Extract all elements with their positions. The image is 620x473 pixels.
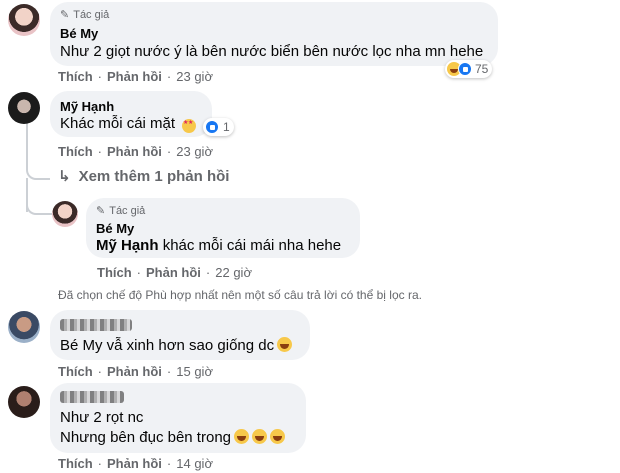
grinning-emoji-icon [234, 429, 249, 444]
separator-dot: · [97, 456, 103, 471]
reply-button[interactable]: Phản hồi [107, 456, 162, 471]
author-badge-label: Tác giả [109, 204, 146, 217]
separator-dot: · [136, 265, 142, 280]
view-more-replies-label: Xem thêm 1 phản hồi [78, 167, 230, 185]
separator-dot: · [166, 69, 172, 84]
like-button[interactable]: Thích [58, 456, 93, 471]
reply-arrow-icon: ↳ [58, 168, 71, 185]
view-more-replies-link[interactable]: ↳ Xem thêm 1 phản hồi [58, 167, 230, 186]
thread-elbow [26, 160, 50, 180]
reply-actions: Thích · Phản hồi · 22 giờ [97, 265, 252, 280]
reaction-count: 75 [475, 62, 489, 76]
comment-text-content: Khác mỗi cái mặt [60, 115, 176, 132]
grinning-emoji-icon [270, 429, 285, 444]
reaction-count: 1 [223, 120, 230, 134]
timestamp[interactable]: 22 giờ [215, 265, 252, 280]
avatar[interactable] [8, 311, 40, 343]
comment-bubble: ✎ Tác giả Bé My Như 2 giọt nước ý là bên… [50, 2, 498, 66]
reply-button[interactable]: Phản hồi [107, 364, 162, 379]
reply-button[interactable]: Phản hồi [107, 69, 162, 84]
mention-link[interactable]: Mỹ Hạnh [96, 237, 159, 254]
avatar[interactable] [8, 4, 40, 36]
separator-dot: · [97, 69, 103, 84]
avatar[interactable] [52, 201, 78, 227]
timestamp[interactable]: 23 giờ [176, 144, 213, 159]
reply-text-content: khác mỗi cái mái nha hehe [162, 237, 342, 254]
comment-actions: Thích · Phản hồi · 23 giờ [58, 69, 213, 84]
separator-dot: · [166, 456, 172, 471]
timestamp[interactable]: 14 giờ [176, 456, 213, 471]
separator-dot: · [97, 144, 103, 159]
reaction-summary[interactable]: 75 [445, 60, 493, 78]
like-button[interactable]: Thích [58, 144, 93, 159]
comment-text: Bé My vẫ xinh hơn sao giống dc [60, 337, 293, 354]
comment-text-content: Nhưng bên đục bên trong [60, 429, 231, 446]
reaction-summary[interactable] [180, 117, 200, 135]
reply-button[interactable]: Phản hồi [146, 265, 201, 280]
filter-notice: Đã chọn chế độ Phù hợp nhất nên một số c… [58, 288, 422, 302]
separator-dot: · [97, 364, 103, 379]
comment-actions: Thích · Phản hồi · 23 giờ [58, 144, 213, 159]
reply-text: Mỹ Hạnh khác mỗi cái mái nha hehe [96, 237, 341, 254]
redacted-name [60, 391, 124, 403]
avatar[interactable] [8, 92, 40, 124]
grinning-emoji-icon [277, 337, 293, 352]
comment-text-content: Bé My vẫ xinh hơn sao giống dc [60, 337, 275, 354]
comment-text-line-2: Nhưng bên đục bên trong [60, 429, 285, 446]
grinning-emoji-icon [252, 429, 267, 444]
avatar[interactable] [8, 386, 40, 418]
comment-bubble: Như 2 rọt nc Nhưng bên đục bên trong [50, 383, 306, 453]
timestamp[interactable]: 15 giờ [176, 364, 213, 379]
comment-bubble: Bé My vẫ xinh hơn sao giống dc [50, 310, 310, 360]
like-icon [205, 120, 219, 134]
reply-bubble: ✎ Tác giả Bé My Mỹ Hạnh khác mỗi cái mái… [86, 198, 360, 258]
separator-dot: · [205, 265, 211, 280]
pencil-icon: ✎ [96, 205, 106, 217]
author-badge: ✎ Tác giả [96, 204, 146, 218]
pencil-icon: ✎ [60, 9, 70, 21]
comment-text: Khác mỗi cái mặt [60, 115, 175, 132]
timestamp[interactable]: 23 giờ [176, 69, 213, 84]
star-struck-emoji-icon [182, 119, 196, 133]
comment-text-line-1: Như 2 rọt nc [60, 409, 144, 426]
like-button[interactable]: Thích [97, 265, 132, 280]
comment-actions: Thích · Phản hồi · 14 giờ [58, 456, 213, 471]
author-badge: ✎ Tác giả [60, 8, 110, 22]
like-button[interactable]: Thích [58, 69, 93, 84]
reply-button[interactable]: Phản hồi [107, 144, 162, 159]
reaction-summary[interactable]: 1 [203, 118, 234, 136]
separator-dot: · [166, 364, 172, 379]
commenter-name[interactable]: Mỹ Hạnh [60, 99, 114, 114]
redacted-name [60, 319, 132, 331]
thread-elbow-reply [26, 195, 54, 215]
commenter-name[interactable]: Bé My [96, 221, 134, 236]
commenter-name[interactable]: Bé My [60, 26, 98, 41]
like-icon [458, 62, 472, 76]
comment-text: Như 2 giọt nước ý là bên nước biển bên n… [60, 43, 484, 60]
author-badge-label: Tác giả [73, 8, 110, 21]
comment-actions: Thích · Phản hồi · 15 giờ [58, 364, 213, 379]
separator-dot: · [166, 144, 172, 159]
like-button[interactable]: Thích [58, 364, 93, 379]
